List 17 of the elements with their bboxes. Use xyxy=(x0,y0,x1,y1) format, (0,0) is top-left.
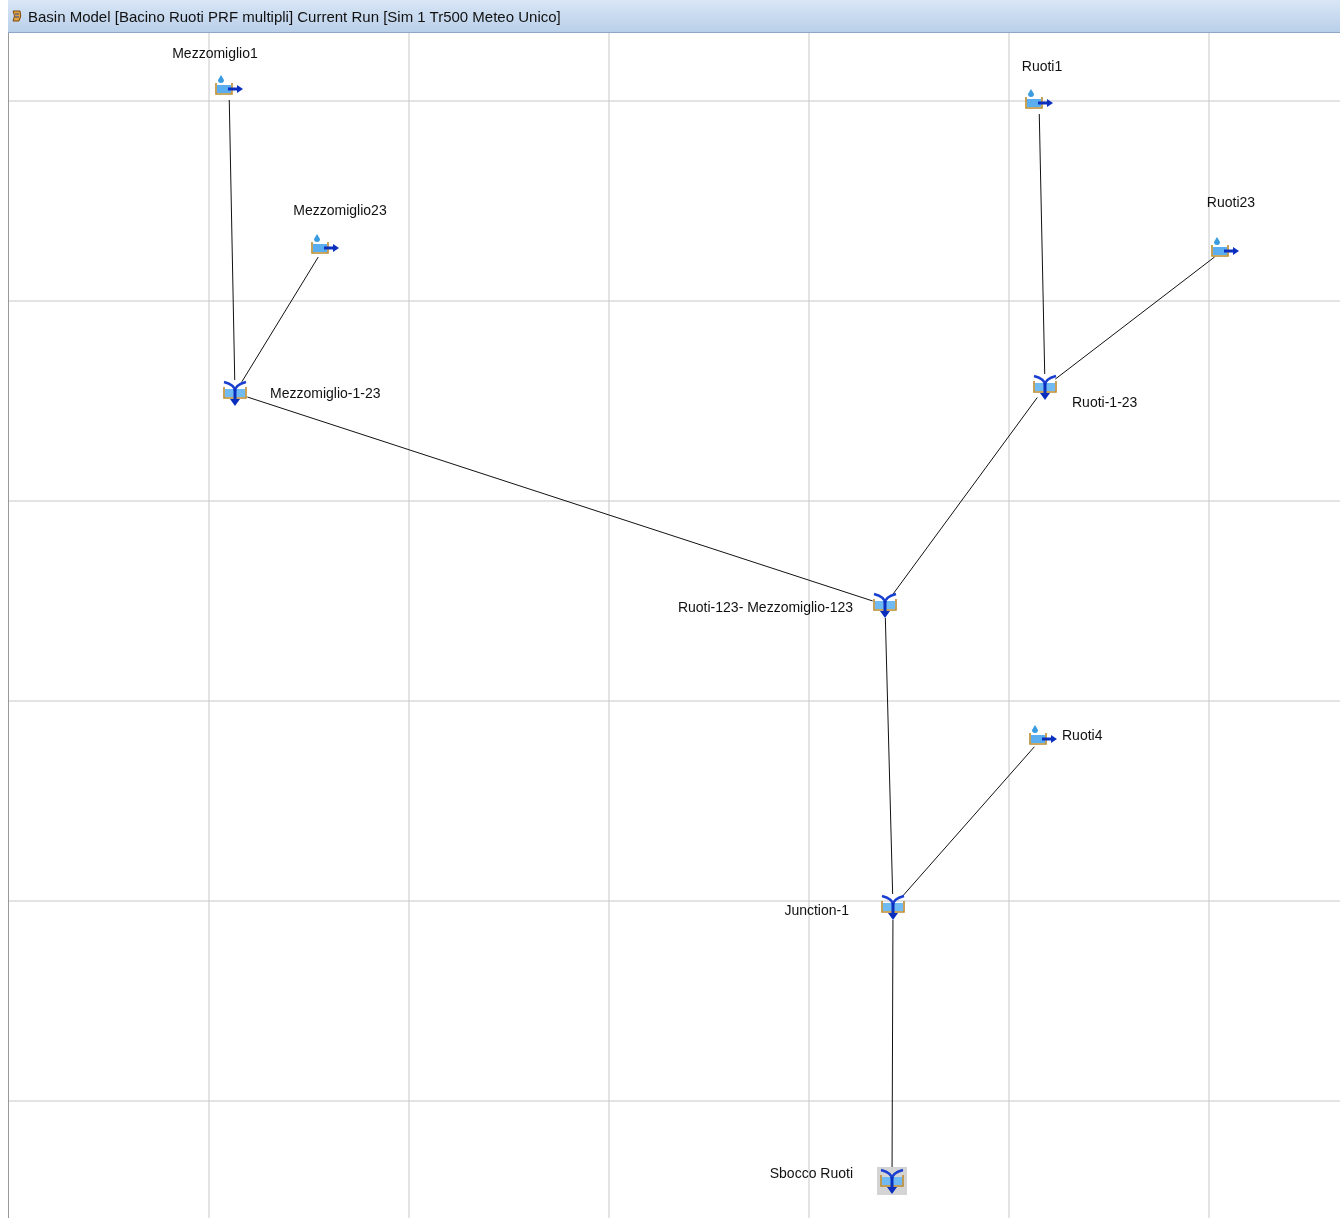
junction-icon[interactable] xyxy=(878,893,908,921)
node-label: Ruoti1 xyxy=(1021,58,1063,74)
junction-icon[interactable] xyxy=(1030,373,1060,401)
node-label: Ruoti23 xyxy=(1206,194,1256,210)
node-label: Mezzomiglio23 xyxy=(293,202,387,218)
node-label: Ruoti-123- Mezzomiglio-123 xyxy=(677,599,853,615)
window-title: Basin Model [Bacino Ruoti PRF multipli] Current Run [Sim 1 Tr500 Meteo Unico] xyxy=(28,7,561,25)
node-label: Mezzomiglio-1-23 xyxy=(270,385,381,401)
node-label: Junction-1 xyxy=(784,902,849,918)
sink-icon[interactable] xyxy=(877,1167,907,1195)
node-label: Ruoti4 xyxy=(1062,727,1103,743)
junction-icon[interactable] xyxy=(220,379,250,407)
node-label: Sbocco Ruoti xyxy=(769,1165,853,1181)
junction-icon[interactable] xyxy=(870,591,900,619)
window-icon xyxy=(10,9,24,23)
node-label: Mezzomiglio1 xyxy=(172,45,258,61)
node-label: Ruoti-1-23 xyxy=(1072,394,1138,410)
